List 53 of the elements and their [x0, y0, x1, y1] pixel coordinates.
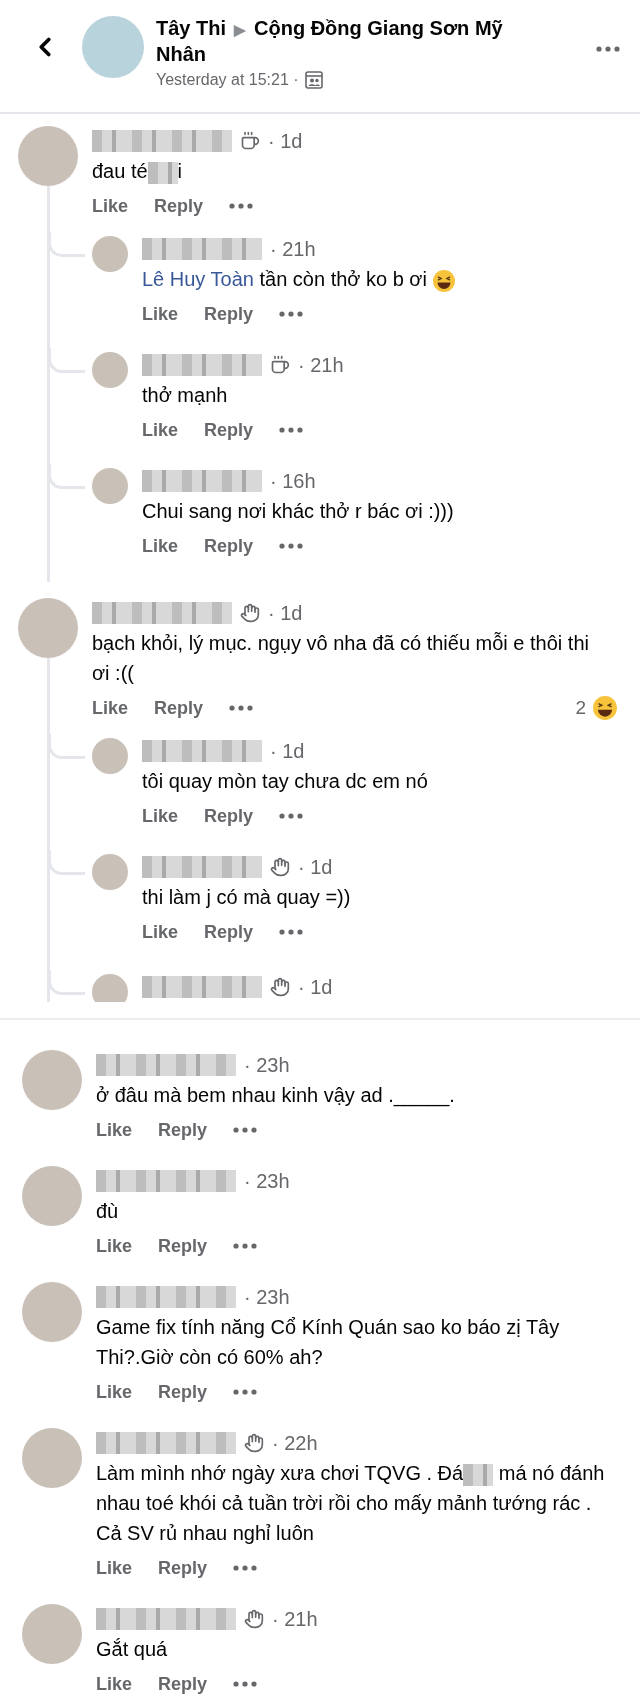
comment-text: thi làm j có mà quay =))	[142, 885, 352, 910]
comment-time: · 21h	[270, 237, 316, 261]
like-button[interactable]: Like	[142, 805, 179, 827]
comment-text: bạch khỏi, lý mục. ngụy vô nha đã có thiếu mỗi e thôi thi ơi :((	[92, 631, 590, 686]
reply-button[interactable]: Reply	[158, 1673, 208, 1695]
like-button[interactable]: Like	[142, 303, 179, 325]
comment-text: đù	[96, 1199, 120, 1224]
comment-time: · 23h	[244, 1169, 290, 1193]
comment-time: · 1d	[268, 601, 303, 625]
reply-button[interactable]: Reply	[154, 195, 204, 217]
like-button[interactable]: Like	[92, 697, 129, 719]
comment-text: Lê Huy Toàn tần còn thở ko b ơi	[142, 264, 640, 294]
reply-button[interactable]: Reply	[158, 1119, 208, 1141]
comment-text: đau té i	[92, 159, 184, 186]
comment-text: Làm mình nhớ ngày xưa chơi TQVG . Đá má nó đánh nhau toé khói cả tuần trời rồi cho mấy mảnh tướng rác . Cả SV rủ nhau nghỉ luôn	[96, 1461, 606, 1546]
like-button[interactable]: Like	[142, 921, 179, 943]
comment-text: ở đâu mà bem nhau kinh vậy ad ._____.	[96, 1083, 456, 1109]
like-button[interactable]: Like	[142, 419, 179, 441]
like-button[interactable]: Like	[96, 1119, 133, 1141]
comment-text: Game fix tính năng Cổ Kính Quán sao ko báo zị Tây Thi?.Giờ còn có 60% ah?	[96, 1315, 561, 1370]
reply-button[interactable]: Reply	[204, 805, 254, 827]
like-button[interactable]: Like	[96, 1381, 133, 1403]
reaction-count: 2	[575, 697, 586, 719]
comment-time: · 23h	[244, 1285, 290, 1309]
comment-text: Gắt quá	[96, 1637, 169, 1662]
reply-button[interactable]: Reply	[204, 535, 254, 557]
comment-time: · 1d	[298, 855, 333, 879]
reply-button[interactable]: Reply	[158, 1381, 208, 1403]
reply-button[interactable]: Reply	[204, 303, 254, 325]
comment-time: · 1d	[298, 975, 333, 999]
post-title: Tây Thi ▶ Cộng Đồng Giang Sơn Mỹ Nhân	[156, 16, 504, 67]
like-button[interactable]: Like	[92, 195, 129, 217]
comment-time: · 16h	[270, 469, 316, 493]
comment-time: · 21h	[298, 353, 344, 377]
comment-time: · 21h	[272, 1607, 318, 1631]
comment-time: · 22h	[272, 1431, 318, 1455]
like-button[interactable]: Like	[142, 535, 179, 557]
reply-button[interactable]: Reply	[204, 419, 254, 441]
like-button[interactable]: Like	[96, 1673, 133, 1695]
comment-text: thở mạnh	[142, 383, 229, 408]
reply-button[interactable]: Reply	[158, 1235, 208, 1257]
comment-text: tôi quay mòn tay chưa dc em nó	[142, 769, 429, 794]
like-button[interactable]: Like	[96, 1557, 133, 1579]
like-button[interactable]: Like	[96, 1235, 133, 1257]
comment-time: · 1d	[270, 739, 305, 763]
post-time: Yesterday at 15:21 ·	[156, 71, 299, 89]
reply-button[interactable]: Reply	[154, 697, 204, 719]
reply-button[interactable]: Reply	[204, 921, 254, 943]
comment-time: · 23h	[244, 1053, 290, 1077]
reply-button[interactable]: Reply	[158, 1557, 208, 1579]
mention-link[interactable]: Lê Huy Toàn	[142, 268, 254, 290]
comment-time: · 1d	[268, 129, 303, 153]
comment-text: Chui sang nơi khác thở r bác ơi :)))	[142, 499, 455, 524]
